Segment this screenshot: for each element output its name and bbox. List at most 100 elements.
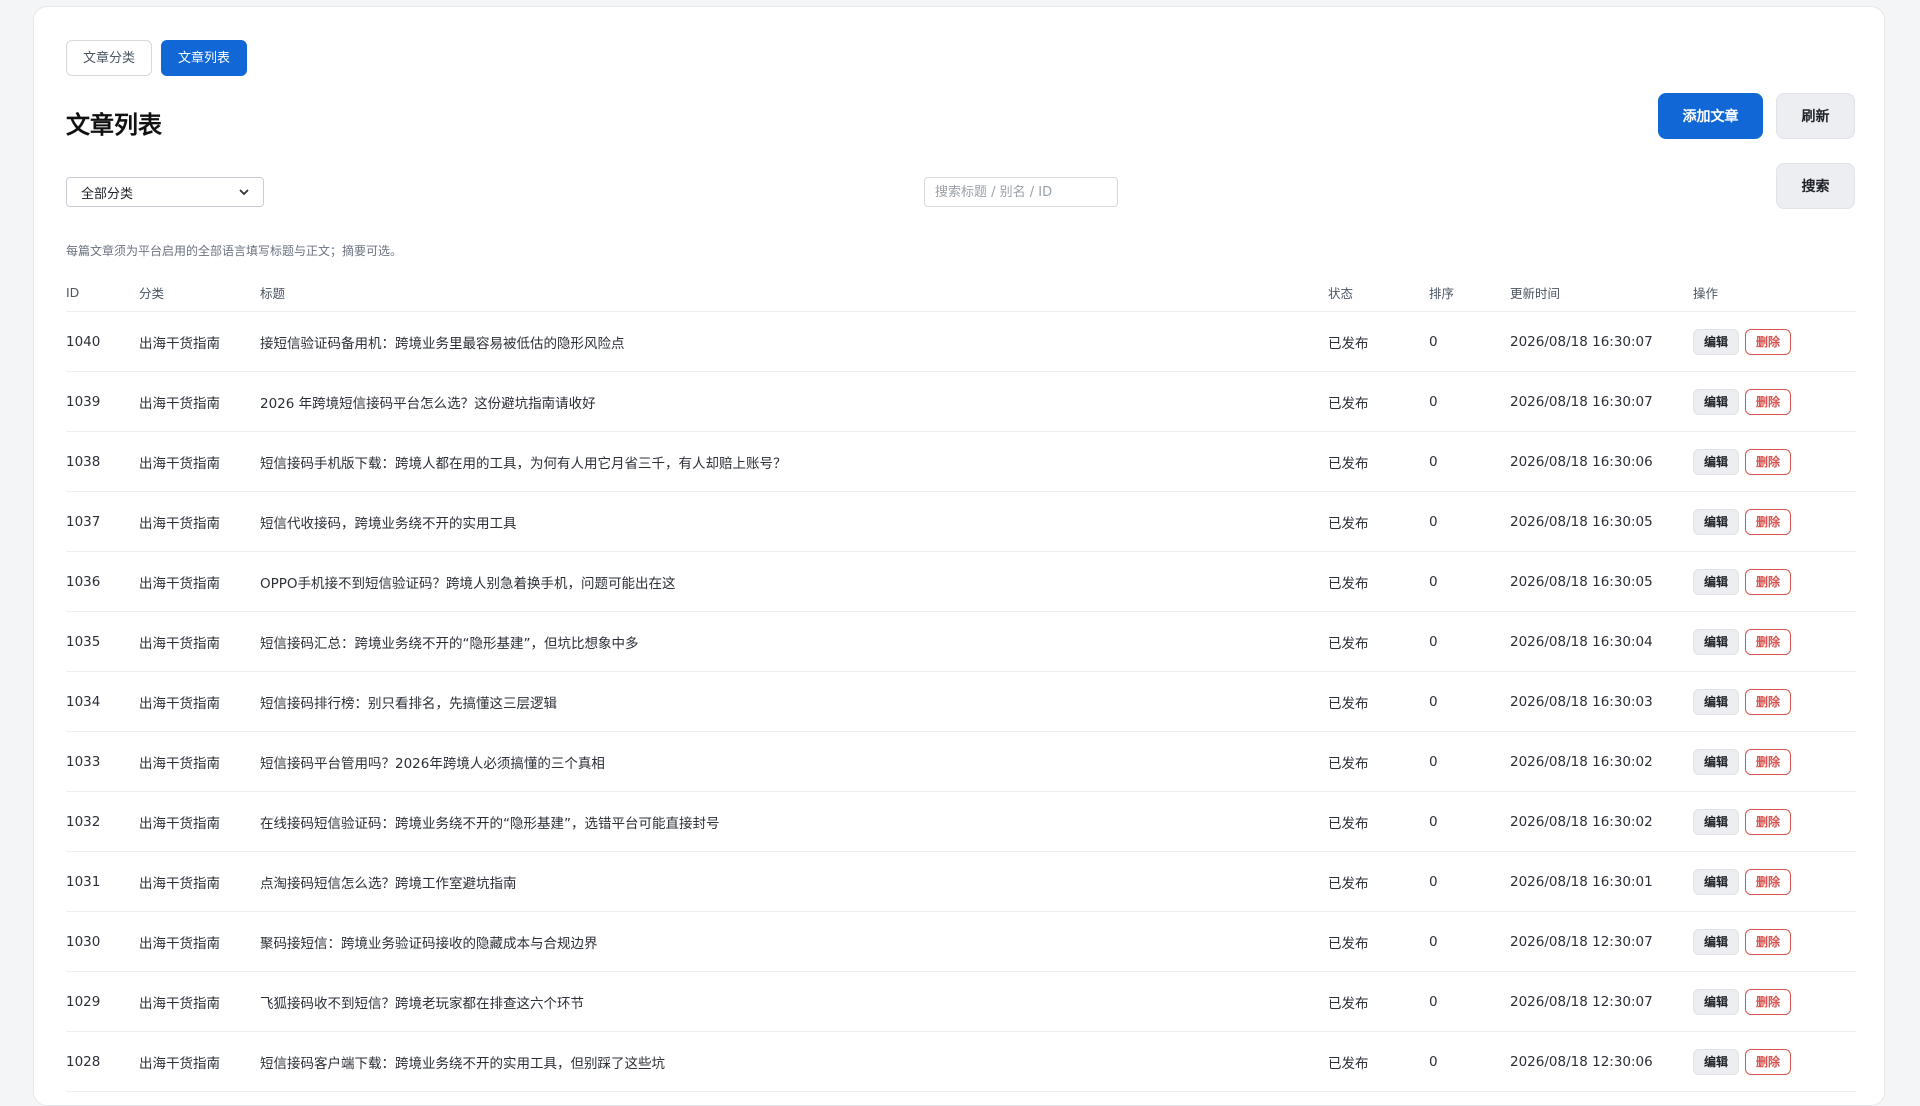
row-title: 短信接码手机版下载：跨境人都在用的工具，为何有人用它月省三千，有人却赔上账号？ — [260, 431, 1328, 492]
delete-button[interactable]: 删除 — [1745, 628, 1792, 655]
delete-button[interactable]: 删除 — [1745, 388, 1792, 415]
row-title: 聚码接短信：跨境业务验证码接收的隐藏成本与合规边界 — [260, 911, 1328, 972]
column-header-status: 状态 — [1328, 273, 1429, 312]
delete-button[interactable]: 删除 — [1745, 508, 1792, 535]
row-actions: 编辑 删除 — [1693, 371, 1856, 432]
add-article-button[interactable]: 添加文章 — [1658, 93, 1763, 139]
tab-article-list[interactable]: 文章列表 — [161, 40, 248, 76]
table-row: 1033 出海干货指南 短信接码平台管用吗？2026年跨境人必须搞懂的三个真相 已发布… — [66, 731, 1856, 792]
row-id: 1038 — [66, 431, 139, 492]
row-id: 1037 — [66, 491, 139, 552]
edit-button[interactable]: 编辑 — [1693, 328, 1740, 355]
edit-button[interactable]: 编辑 — [1693, 748, 1740, 775]
table-header-row: ID 分类 标题 状态 排序 更新时间 操作 — [66, 273, 1856, 312]
edit-button[interactable]: 编辑 — [1693, 388, 1740, 415]
row-status: 已发布 — [1328, 911, 1429, 972]
row-actions: 编辑 删除 — [1693, 791, 1856, 852]
row-actions: 编辑 删除 — [1693, 731, 1856, 792]
row-actions: 编辑 删除 — [1693, 431, 1856, 492]
row-status: 已发布 — [1328, 671, 1429, 732]
table-row: 1036 出海干货指南 OPPO手机接不到短信验证码？跨境人别急着换手机，问题可能出… — [66, 551, 1856, 612]
row-category: 出海干货指南 — [139, 911, 260, 972]
delete-button[interactable]: 删除 — [1745, 688, 1792, 715]
table-row: 1031 出海干货指南 点淘接码短信怎么选？跨境工作室避坑指南 已发布 0 2026/08… — [66, 851, 1856, 912]
tab-bar: 文章分类 文章列表 — [66, 40, 248, 76]
edit-button[interactable]: 编辑 — [1693, 1048, 1740, 1075]
row-updated-time: 2026/08/18 16:30:07 — [1510, 371, 1693, 432]
row-order: 0 — [1429, 1031, 1510, 1092]
row-status: 已发布 — [1328, 971, 1429, 1032]
edit-button[interactable]: 编辑 — [1693, 508, 1740, 535]
row-order: 0 — [1429, 911, 1510, 972]
edit-button[interactable]: 编辑 — [1693, 568, 1740, 595]
edit-button[interactable]: 编辑 — [1693, 448, 1740, 475]
delete-button[interactable]: 删除 — [1745, 808, 1792, 835]
table-row: 1030 出海干货指南 聚码接短信：跨境业务验证码接收的隐藏成本与合规边界 已发布 0 2… — [66, 911, 1856, 972]
tab-article-categories[interactable]: 文章分类 — [66, 40, 153, 76]
edit-button[interactable]: 编辑 — [1693, 628, 1740, 655]
delete-button[interactable]: 删除 — [1745, 328, 1792, 355]
row-title: 短信接码汇总：跨境业务绕不开的“隐形基建”，但坑比想象中多 — [260, 611, 1328, 672]
row-status: 已发布 — [1328, 371, 1429, 432]
row-updated-time: 2026/08/18 16:30:07 — [1510, 311, 1693, 372]
table-row: 1035 出海干货指南 短信接码汇总：跨境业务绕不开的“隐形基建”，但坑比想象中多已… — [66, 611, 1856, 672]
delete-button[interactable]: 删除 — [1745, 1048, 1792, 1075]
delete-button[interactable]: 删除 — [1745, 568, 1792, 595]
row-actions: 编辑 删除 — [1693, 551, 1856, 612]
row-category: 出海干货指南 — [139, 671, 260, 732]
row-status: 已发布 — [1328, 791, 1429, 852]
row-id: 1034 — [66, 671, 139, 732]
delete-button[interactable]: 删除 — [1745, 868, 1792, 895]
category-select[interactable]: 全部分类 — [66, 177, 264, 207]
row-id: 1030 — [66, 911, 139, 972]
delete-button[interactable]: 删除 — [1745, 748, 1792, 775]
table-row: 1032 出海干货指南 在线接码短信验证码：跨境业务绕不开的“隐形基建”，选错平台可… — [66, 791, 1856, 852]
row-order: 0 — [1429, 731, 1510, 792]
edit-button[interactable]: 编辑 — [1693, 988, 1740, 1015]
row-id: 1035 — [66, 611, 139, 672]
row-title: 短信代收接码，跨境业务绕不开的实用工具 — [260, 491, 1328, 552]
search-input[interactable] — [924, 177, 1118, 207]
refresh-button[interactable]: 刷新 — [1776, 93, 1855, 139]
edit-button[interactable]: 编辑 — [1693, 868, 1740, 895]
row-category: 出海干货指南 — [139, 311, 260, 372]
row-updated-time: 2026/08/18 16:30:06 — [1510, 431, 1693, 492]
row-action-group: 编辑 删除 — [1693, 688, 1856, 715]
table-row: 1028 出海干货指南 短信接码客户端下载：跨境业务绕不开的实用工具，但别踩了这些坑… — [66, 1031, 1856, 1092]
row-status: 已发布 — [1328, 311, 1429, 372]
row-category: 出海干货指南 — [139, 791, 260, 852]
row-status: 已发布 — [1328, 851, 1429, 912]
search-button[interactable]: 搜索 — [1776, 163, 1855, 209]
row-title: 在线接码短信验证码：跨境业务绕不开的“隐形基建”，选错平台可能直接封号 — [260, 791, 1328, 852]
column-header-category: 分类 — [139, 273, 260, 312]
row-id: 1039 — [66, 371, 139, 432]
row-action-group: 编辑 删除 — [1693, 808, 1856, 835]
row-action-group: 编辑 删除 — [1693, 988, 1856, 1015]
row-actions: 编辑 删除 — [1693, 1031, 1856, 1092]
edit-button[interactable]: 编辑 — [1693, 688, 1740, 715]
column-header-order: 排序 — [1429, 273, 1510, 312]
row-id: 1033 — [66, 731, 139, 792]
row-updated-time: 2026/08/18 12:30:06 — [1510, 1031, 1693, 1092]
edit-button[interactable]: 编辑 — [1693, 808, 1740, 835]
row-updated-time: 2026/08/18 12:30:07 — [1510, 971, 1693, 1032]
row-status: 已发布 — [1328, 611, 1429, 672]
row-updated-time: 2026/08/18 16:30:02 — [1510, 731, 1693, 792]
row-status: 已发布 — [1328, 431, 1429, 492]
row-title: 飞狐接码收不到短信？跨境老玩家都在排查这六个环节 — [260, 971, 1328, 1032]
table-row: 1029 出海干货指南 飞狐接码收不到短信？跨境老玩家都在排查这六个环节 已发布 0 20… — [66, 971, 1856, 1032]
row-id: 1036 — [66, 551, 139, 612]
edit-button[interactable]: 编辑 — [1693, 928, 1740, 955]
delete-button[interactable]: 删除 — [1745, 988, 1792, 1015]
table-row: 1038 出海干货指南 短信接码手机版下载：跨境人都在用的工具，为何有人用它月省三千… — [66, 431, 1856, 492]
delete-button[interactable]: 删除 — [1745, 928, 1792, 955]
row-title: 短信接码客户端下载：跨境业务绕不开的实用工具，但别踩了这些坑 — [260, 1031, 1328, 1092]
row-action-group: 编辑 删除 — [1693, 508, 1856, 535]
table-row: 1039 出海干货指南 2026 年跨境短信接码平台怎么选？这份避坑指南请收好 已发布… — [66, 371, 1856, 432]
row-id: 1031 — [66, 851, 139, 912]
column-header-actions: 操作 — [1693, 273, 1856, 312]
row-order: 0 — [1429, 551, 1510, 612]
row-action-group: 编辑 删除 — [1693, 1048, 1856, 1075]
delete-button[interactable]: 删除 — [1745, 448, 1792, 475]
row-id: 1032 — [66, 791, 139, 852]
